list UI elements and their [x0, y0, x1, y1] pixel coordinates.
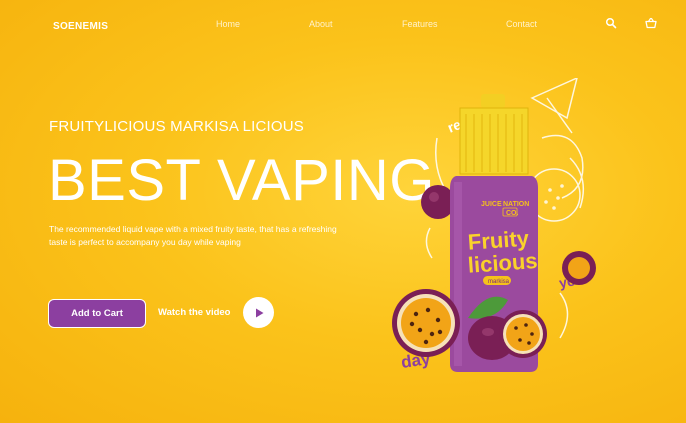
watch-video-link[interactable]: Watch the video [158, 307, 231, 318]
seed-dots [544, 184, 564, 210]
play-video-button[interactable] [243, 297, 274, 328]
passion-fruit-whole [421, 185, 455, 219]
search-icon[interactable] [605, 17, 617, 29]
bottle-brand-nation: NATION [503, 201, 529, 208]
brand-logo[interactable]: SOENEMIS [53, 21, 108, 32]
hero-subtitle: FRUITYLICIOUS MARKISA LICIOUS [49, 118, 305, 135]
bottle-brand-juice: JUICE [481, 201, 502, 208]
hero-description: The recommended liquid vape with a mixed… [49, 224, 337, 247]
nav-link-features[interactable]: Features [402, 19, 438, 29]
add-to-cart-label: Add to Cart [71, 308, 123, 319]
basket-icon[interactable] [645, 17, 657, 29]
play-icon [255, 308, 263, 317]
nav-link-home[interactable]: Home [216, 19, 240, 29]
product-illustration: refresh your day JUICE NATION CO. Fruity… [392, 78, 596, 372]
bottle-brand-co: CO. [506, 210, 519, 217]
nav-link-contact[interactable]: Contact [506, 19, 537, 29]
bottle-flavor-badge: markisa [488, 279, 510, 285]
bottle-cap [459, 94, 529, 175]
bottle-name-licious: licious [467, 248, 538, 278]
nav-link-about[interactable]: About [309, 19, 333, 29]
hero-headline: BEST VAPING [48, 148, 435, 213]
add-to-cart-button[interactable]: Add to Cart [48, 299, 146, 328]
top-navbar: SOENEMIS Home About Features Contact [0, 0, 686, 50]
